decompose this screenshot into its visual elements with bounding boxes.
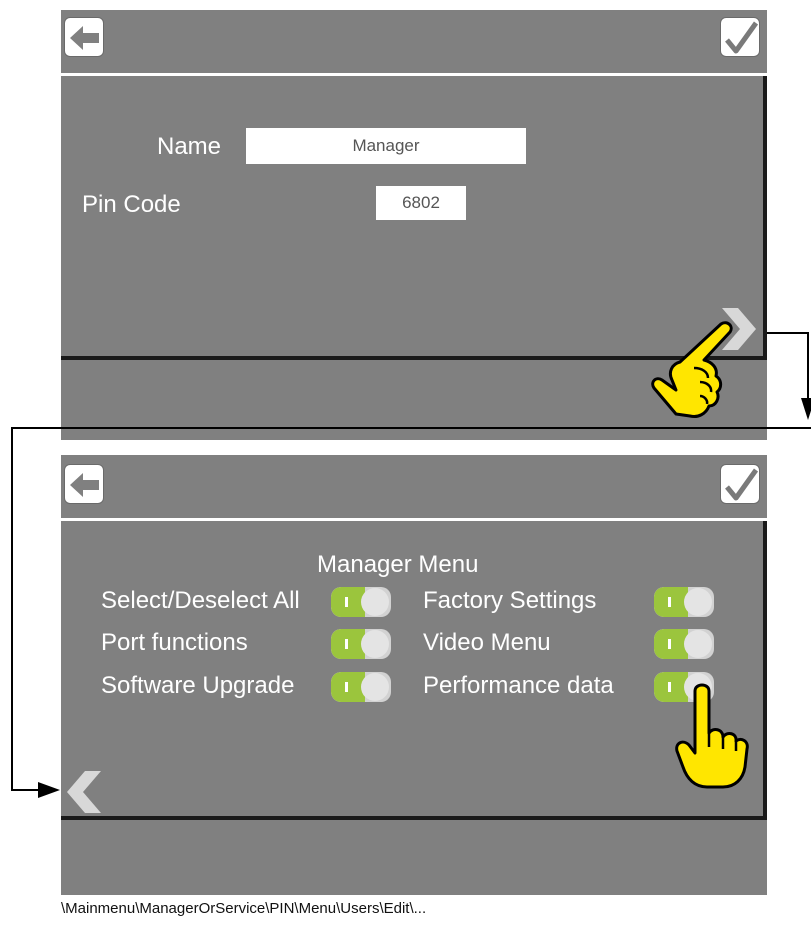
connector-line-return — [11, 427, 811, 791]
connector-line — [767, 332, 809, 400]
connector-arrowhead-down — [801, 398, 811, 420]
flow-arrows — [11, 332, 811, 798]
connector-arrowhead-right — [38, 782, 60, 798]
